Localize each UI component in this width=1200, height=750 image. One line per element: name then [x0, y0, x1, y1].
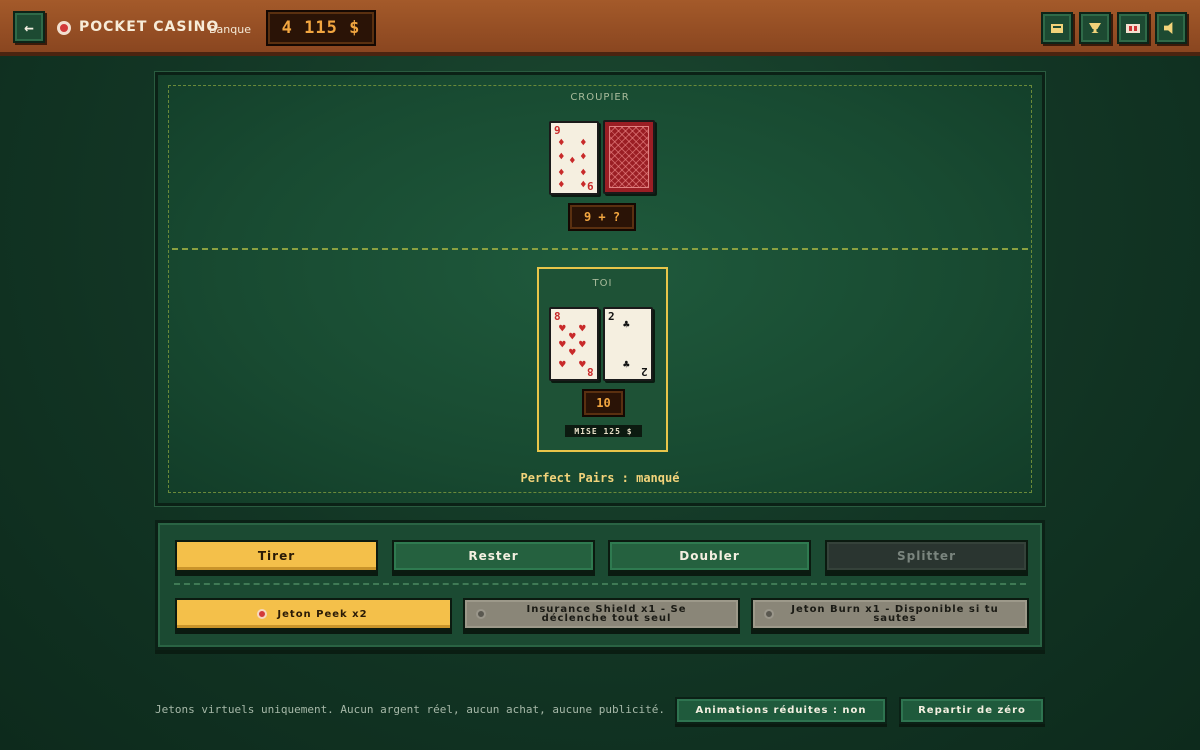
chip-burn-button[interactable]: Jeton Burn x1 - Disponible si tu sautes — [751, 598, 1029, 630]
reset-label: Repartir de zéro — [918, 705, 1026, 716]
card-rank: 2 — [608, 310, 615, 323]
chip-peek-button[interactable]: Jeton Peek x2 — [175, 598, 452, 630]
card-rank: 8 — [554, 310, 561, 323]
bet-amount-tag: MISE 125 $ — [565, 425, 642, 437]
card-rank: 2 — [641, 365, 648, 378]
club-icon: ♣ — [623, 318, 630, 331]
bank-balance-value: 4 115 $ — [281, 18, 361, 38]
diamond-icon: ♦ — [580, 150, 587, 163]
bet-amount: MISE 125 $ — [574, 426, 633, 436]
heart-icon: ♥ — [569, 346, 576, 359]
chip-icon — [476, 609, 486, 619]
diamond-icon: ♦ — [580, 166, 587, 179]
back-button[interactable]: ← — [13, 11, 45, 43]
heart-icon: ♥ — [559, 322, 566, 335]
stand-button[interactable]: Rester — [392, 540, 595, 572]
card-rank: 8 — [587, 365, 594, 378]
reduced-animations-toggle[interactable]: Animations réduites : non — [675, 697, 887, 724]
dealer-card: 9 9 ♦ ♦ ♦ ♦ ♦ ♦ ♦ ♦ ♦ — [549, 121, 599, 195]
mail-icon — [1051, 23, 1063, 33]
diamond-icon: ♦ — [569, 154, 576, 167]
sound-button[interactable] — [1155, 12, 1187, 44]
heart-icon: ♥ — [559, 338, 566, 351]
side-bet-result: Perfect Pairs : manqué — [520, 471, 680, 485]
app-title: POCKET CASINO — [79, 19, 220, 35]
mail-button[interactable] — [1041, 12, 1073, 44]
dealer-score: 9 + ? — [568, 203, 636, 231]
heart-icon: ♥ — [559, 358, 566, 371]
speaker-icon — [1164, 22, 1173, 34]
heart-icon: ♥ — [579, 322, 586, 335]
club-icon: ♣ — [623, 358, 630, 371]
reset-button[interactable]: Repartir de zéro — [899, 697, 1045, 724]
chip-icon — [764, 609, 774, 619]
card-back-pattern — [609, 126, 649, 188]
cards-icon — [1126, 23, 1140, 33]
chip-peek-label: Jeton Peek x2 — [277, 608, 368, 620]
bank-balance: 4 115 $ — [266, 10, 376, 46]
dealer-score-value: 9 + ? — [583, 210, 621, 224]
diamond-icon: ♦ — [558, 150, 565, 163]
player-label: TOI — [592, 278, 613, 289]
diamond-icon: ♦ — [580, 136, 587, 149]
chip-insurance-button[interactable]: Insurance Shield x1 - Se déclenche tout … — [463, 598, 740, 630]
chip-icon — [257, 609, 267, 619]
diamond-icon: ♦ — [558, 166, 565, 179]
blackjack-table: CROUPIER 9 9 ♦ ♦ ♦ ♦ ♦ ♦ ♦ ♦ ♦ 9 + ? TOI… — [155, 72, 1045, 506]
card-rank: 9 — [554, 124, 561, 137]
table-divider — [172, 248, 1028, 250]
cards-button[interactable] — [1117, 12, 1149, 44]
card-rank: 9 — [587, 179, 594, 192]
arrow-left-icon: ← — [24, 17, 34, 37]
action-panel: Tirer Rester Doubler Splitter Jeton Peek… — [155, 520, 1045, 650]
dealer-card-facedown — [603, 120, 655, 194]
diamond-icon: ♦ — [558, 136, 565, 149]
heart-icon: ♥ — [569, 330, 576, 343]
player-hand-zone: TOI 8 8 ♥ ♥ ♥ ♥ ♥ ♥ ♥ ♥ 2 2 ♣ ♣ 10 MISE … — [537, 267, 668, 452]
diamond-icon: ♦ — [580, 178, 587, 191]
trophy-button[interactable] — [1079, 12, 1111, 44]
reduced-animations-label: Animations réduites : non — [695, 705, 867, 716]
split-button[interactable]: Splitter — [825, 540, 1028, 572]
top-bar: ← POCKET CASINO Banque 4 115 $ — [0, 0, 1200, 56]
chip-insurance-label: Insurance Shield x1 - Se déclenche tout … — [526, 604, 687, 624]
player-card: 8 8 ♥ ♥ ♥ ♥ ♥ ♥ ♥ ♥ — [549, 307, 599, 381]
bank-label: Banque — [209, 23, 251, 36]
hit-button[interactable]: Tirer — [175, 540, 378, 572]
diamond-icon: ♦ — [558, 178, 565, 191]
dealer-label: CROUPIER — [570, 92, 630, 103]
player-score-value: 10 — [596, 396, 611, 410]
trophy-icon — [1089, 23, 1101, 33]
heart-icon: ♥ — [579, 358, 586, 371]
disclaimer-text: Jetons virtuels uniquement. Aucun argent… — [155, 703, 665, 716]
casino-chip-icon — [57, 21, 71, 35]
double-button[interactable]: Doubler — [608, 540, 811, 572]
heart-icon: ♥ — [579, 338, 586, 351]
player-card: 2 2 ♣ ♣ — [603, 307, 653, 381]
action-divider — [174, 583, 1026, 585]
player-score: 10 — [582, 389, 625, 417]
chip-burn-label: Jeton Burn x1 - Disponible si tu sautes — [791, 604, 999, 624]
